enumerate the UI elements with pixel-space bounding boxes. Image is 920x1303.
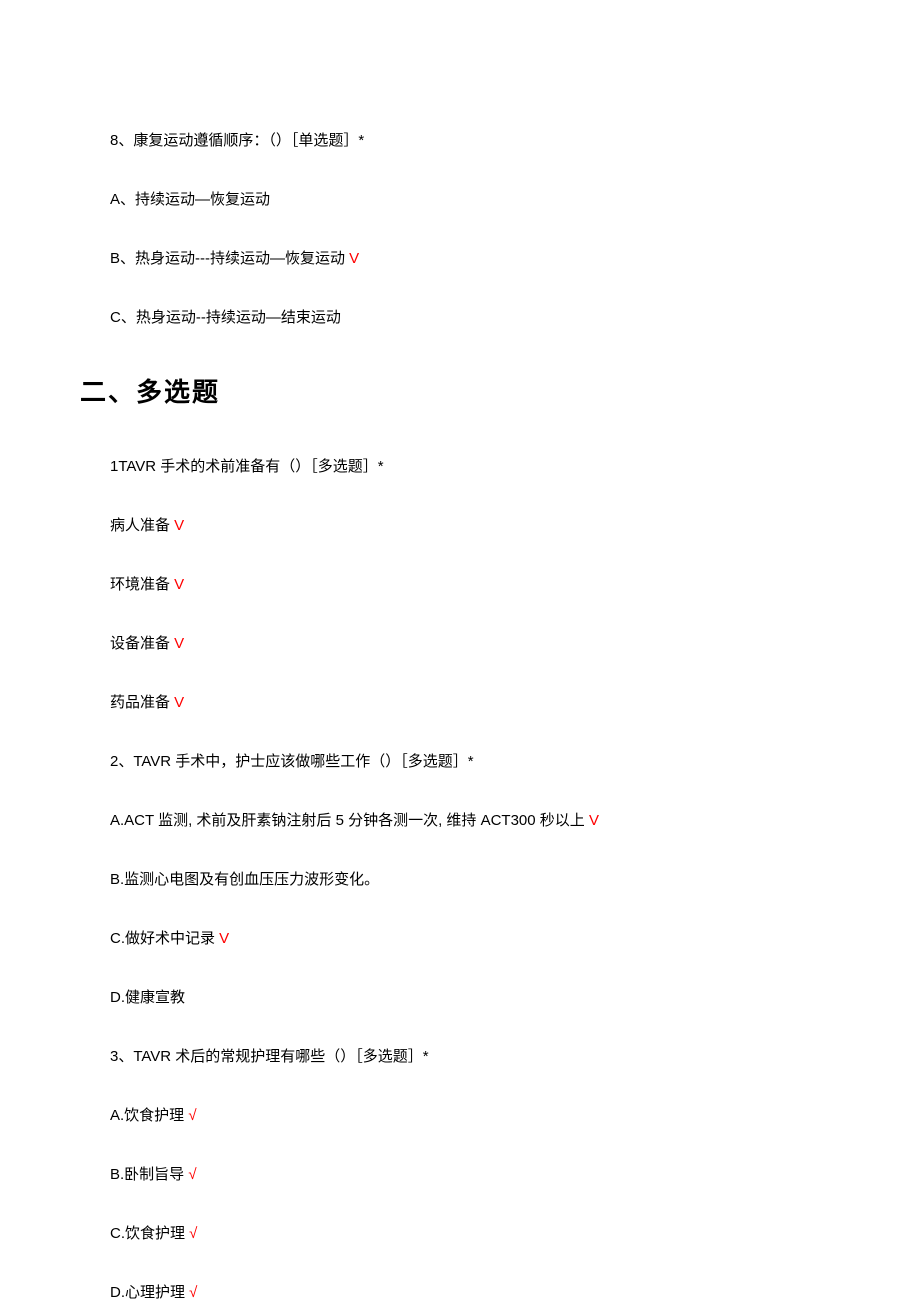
mq1-option-b-mark: V [174,576,184,593]
mq3-option-a-text: A.饮食护理 [110,1107,188,1124]
mq2-option-a-text: A.ACT 监测, 术前及肝素钠注射后 5 分钟各测一次, 维持 ACT300 … [110,812,589,829]
mq1-option-d-mark: V [174,694,184,711]
q8-option-b: B、热身运动---持续运动—恢复运动 V [110,248,810,269]
mq3-option-b: B.卧制旨导 √ [110,1164,810,1185]
q8-option-b-mark: V [349,250,359,267]
mq1-prompt: 1TAVR 手术的术前准备有（）［多选题］* [110,456,810,477]
mq1-option-a-mark: V [174,517,184,534]
mq3-option-d: D.心理护理 √ [110,1282,810,1303]
mq1-option-d-text: 药品准备 [110,694,174,711]
mq1-option-a: 病人准备 V [110,515,810,536]
q8-prompt: 8、康复运动遵循顺序：（）［单选题］* [110,130,810,151]
mq2-option-c-mark: V [219,930,229,947]
mq1-option-b-text: 环境准备 [110,576,174,593]
mq3-option-d-mark: √ [189,1284,197,1301]
mq3-option-c: C.饮食护理 √ [110,1223,810,1244]
mq1-option-c-text: 设备准备 [110,635,174,652]
mq1-option-a-text: 病人准备 [110,517,174,534]
mq3-option-c-text: C.饮食护理 [110,1225,189,1242]
mq2-option-a-mark: V [589,812,599,829]
mq3-option-b-text: B.卧制旨导 [110,1166,188,1183]
mq3-option-b-mark: √ [188,1166,196,1183]
mq1-option-d: 药品准备 V [110,692,810,713]
q8-option-c: C、热身运动--持续运动—结束运动 [110,307,810,328]
q8-option-b-text: B、热身运动---持续运动—恢复运动 [110,250,349,267]
mq2-option-a: A.ACT 监测, 术前及肝素钠注射后 5 分钟各测一次, 维持 ACT300 … [110,810,810,831]
mq3-prompt: 3、TAVR 术后的常规护理有哪些（）［多选题］* [110,1046,810,1067]
mq1-option-c-mark: V [174,635,184,652]
mq2-option-b: B.监测心电图及有创血压压力波形变化。 [110,869,810,890]
mq3-option-c-mark: √ [189,1225,197,1242]
mq3-option-a: A.饮食护理 √ [110,1105,810,1126]
mq2-option-c-text: C.做好术中记录 [110,930,219,947]
mq2-option-d: D.健康宣教 [110,987,810,1008]
mq3-option-d-text: D.心理护理 [110,1284,189,1301]
mq1-option-c: 设备准备 V [110,633,810,654]
section-2-header: 二、多选题 [80,374,810,410]
mq2-option-c: C.做好术中记录 V [110,928,810,949]
mq3-option-a-mark: √ [188,1107,196,1124]
q8-option-a: A、持续运动—恢复运动 [110,189,810,210]
mq2-prompt: 2、TAVR 手术中，护士应该做哪些工作（）［多选题］* [110,751,810,772]
mq1-option-b: 环境准备 V [110,574,810,595]
